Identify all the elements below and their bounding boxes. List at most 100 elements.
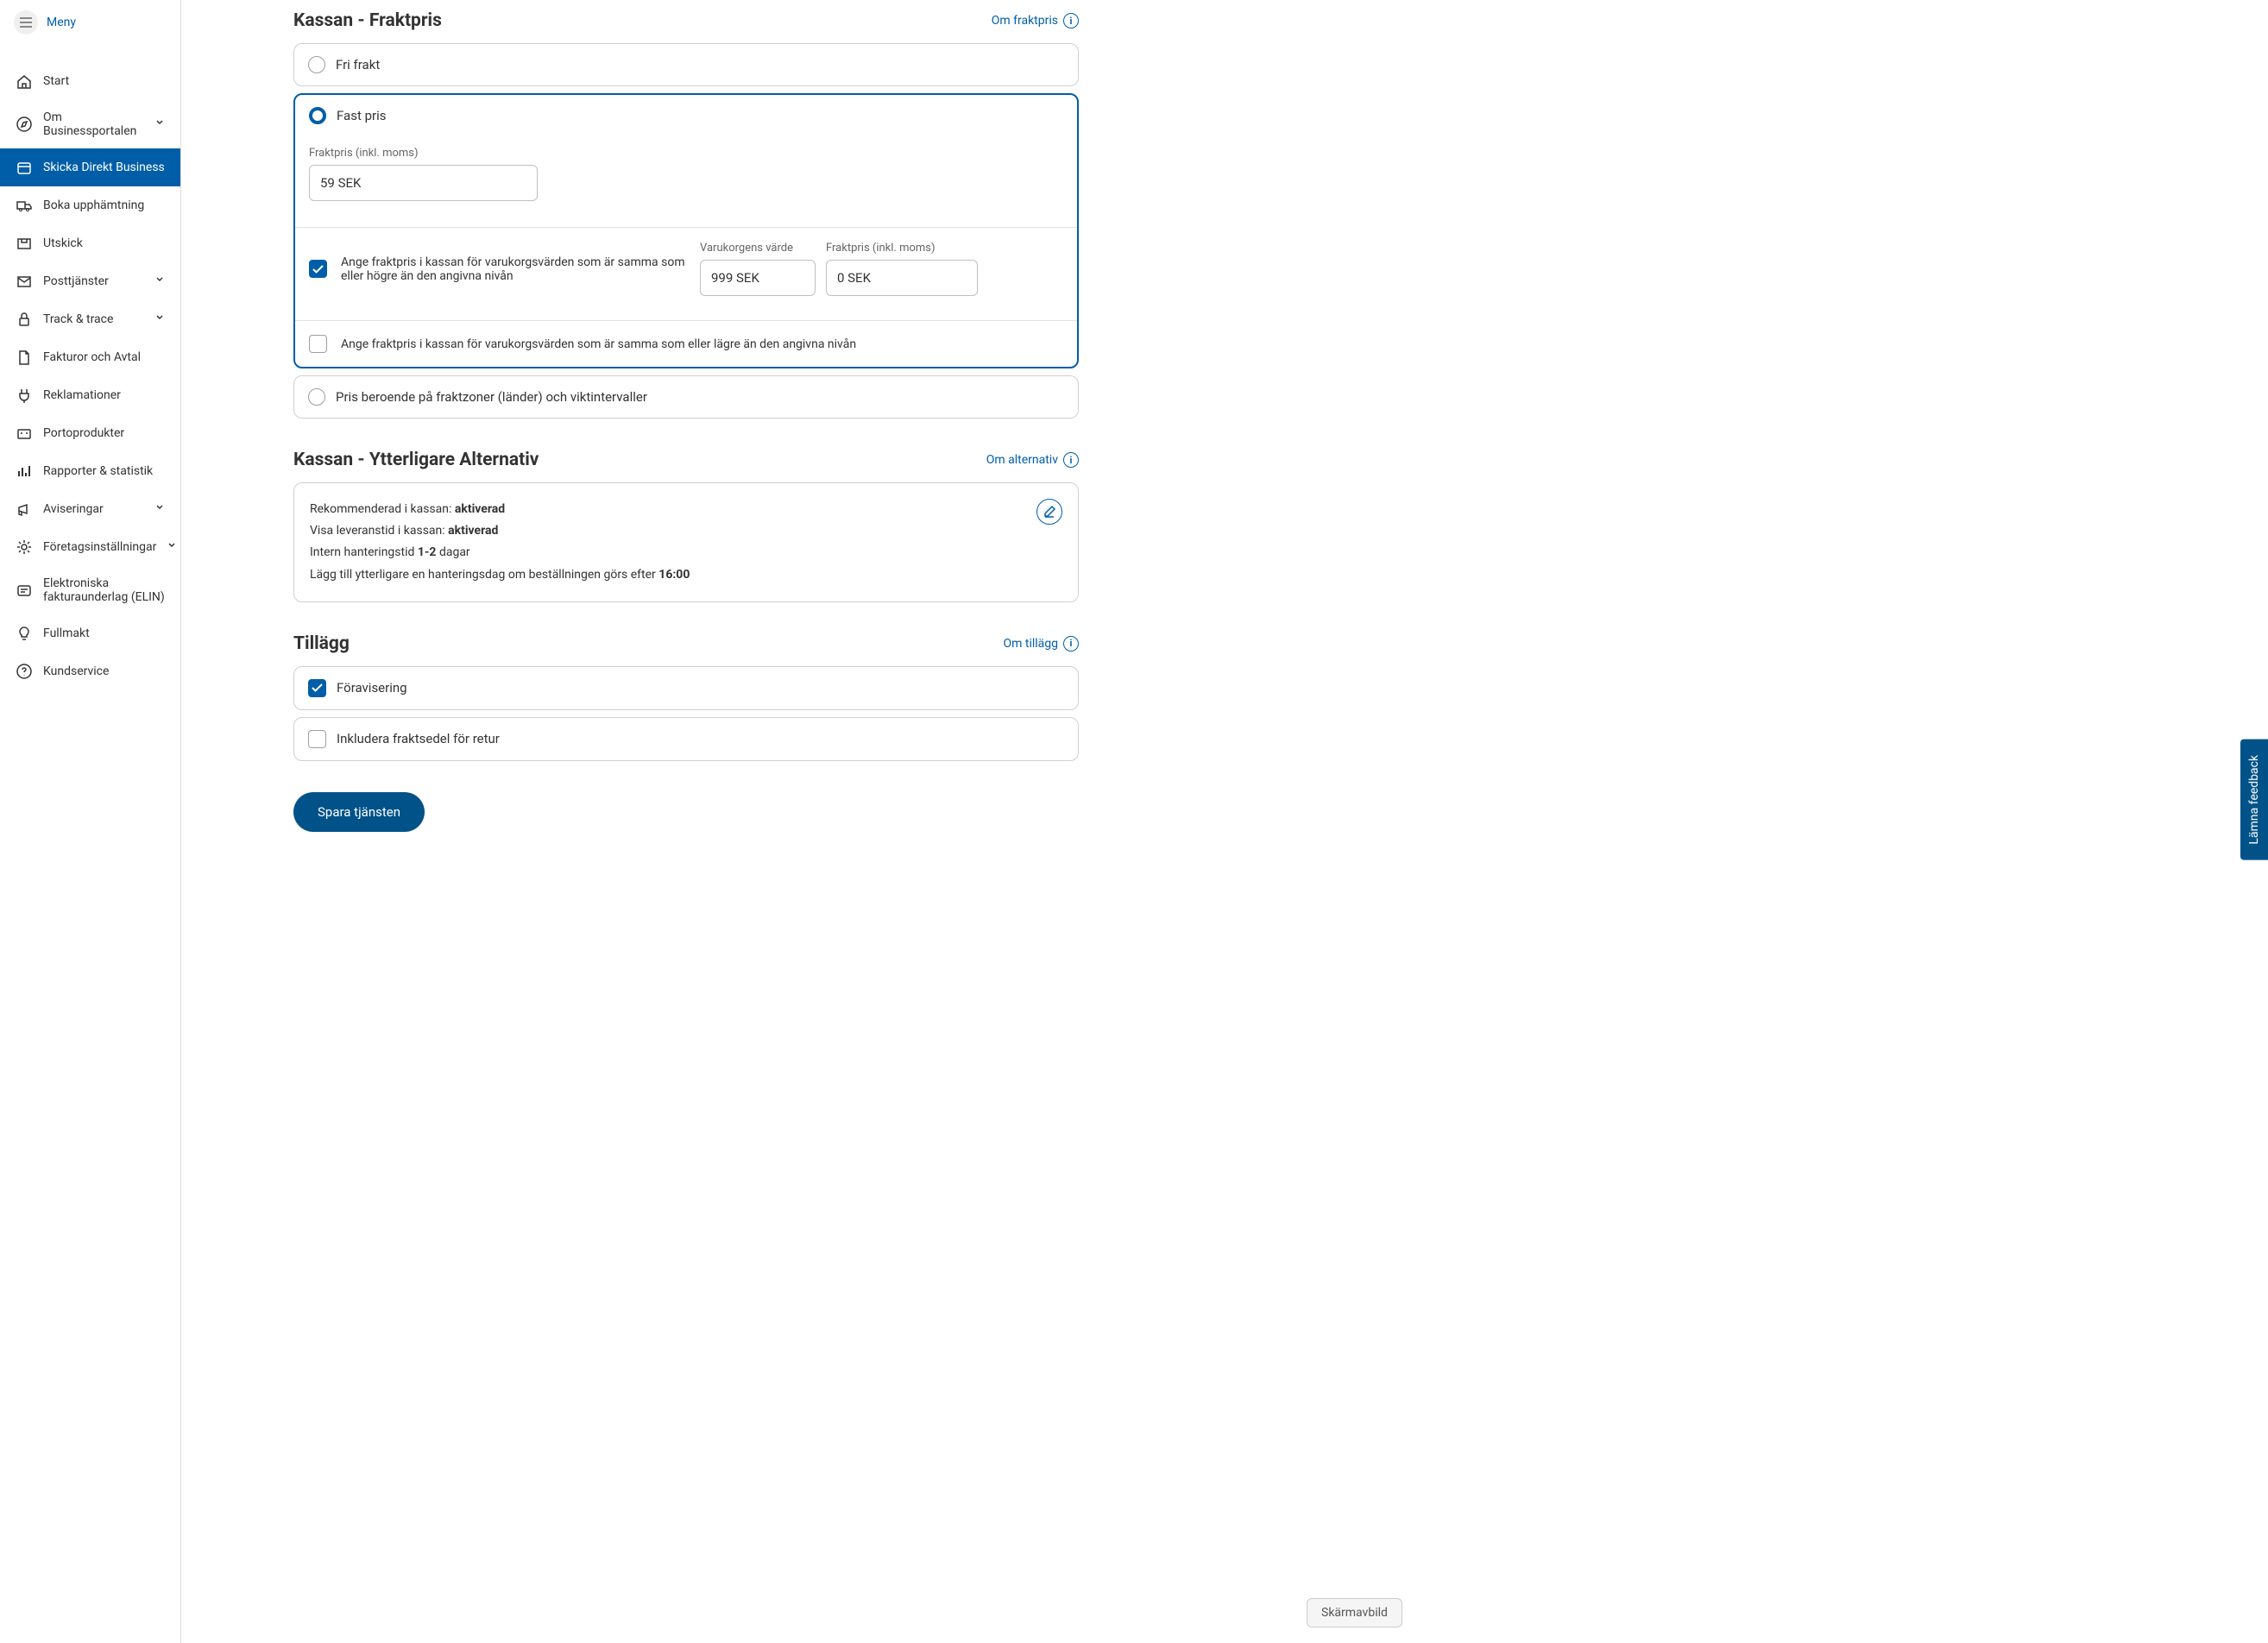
radio-icon-checked <box>309 107 326 124</box>
info-icon: i <box>1063 636 1079 652</box>
menu-label[interactable]: Meny <box>47 16 76 29</box>
higher-threshold-fields: Varukorgens värde Fraktpris (inkl. moms) <box>700 242 978 296</box>
lower-threshold-checkbox[interactable] <box>309 335 327 353</box>
handling-prefix: Intern hanteringstid <box>310 545 418 559</box>
sidebar-item-12[interactable]: Företagsinställningar <box>0 528 180 566</box>
higher-threshold-row: Ange fraktpris i kassan för varukorgsvär… <box>295 227 1077 310</box>
sidebar-header: Meny <box>0 0 180 45</box>
sidebar-item-11[interactable]: Aviseringar <box>0 490 180 528</box>
handling-suffix: dagar <box>436 545 469 559</box>
chevron-down-icon <box>154 502 165 516</box>
lower-threshold-text: Ange fraktpris i kassan för varukorgsvär… <box>341 337 1063 351</box>
return-addon[interactable]: Inkludera fraktsedel för retur <box>293 717 1079 761</box>
cart-value-input[interactable] <box>700 260 816 296</box>
higher-threshold-text: Ange fraktpris i kassan för varukorgsvär… <box>341 255 686 283</box>
sidebar-item-label: Kundservice <box>43 664 109 678</box>
lower-threshold-row: Ange fraktpris i kassan för varukorgsvär… <box>295 320 1077 367</box>
menu-toggle-button[interactable] <box>14 10 38 35</box>
sidebar-item-2[interactable]: Skicka Direkt Business <box>0 148 180 186</box>
return-label: Inkludera fraktsedel för retur <box>337 731 500 746</box>
sidebar-item-7[interactable]: Fakturor och Avtal <box>0 338 180 376</box>
shipping-title: Kassan - Fraktpris <box>293 10 442 31</box>
edit-alternatives-button[interactable] <box>1036 499 1062 525</box>
pencil-icon <box>1043 506 1055 518</box>
threshold-price-input[interactable] <box>826 260 978 296</box>
zones-option[interactable]: Pris beroende på fraktzoner (länder) och… <box>293 375 1079 419</box>
sidebar-item-label: Boka upphämtning <box>43 198 144 212</box>
fixed-price-label: Fast pris <box>337 108 386 123</box>
zones-label: Pris beroende på fraktzoner (länder) och… <box>336 389 647 405</box>
feedback-tab[interactable]: Lämna feedback <box>2240 740 2268 860</box>
sidebar-item-6[interactable]: Track & trace <box>0 300 180 338</box>
sidebar-item-label: Fullmakt <box>43 626 90 640</box>
alternatives-card: Rekommenderad i kassan: aktiverad Visa l… <box>293 482 1079 602</box>
alternatives-lines: Rekommenderad i kassan: aktiverad Visa l… <box>310 499 690 586</box>
sidebar-item-15[interactable]: Kundservice <box>0 652 180 690</box>
envelope-icon <box>16 273 33 290</box>
alternatives-info-link[interactable]: Om alternativ i <box>986 452 1079 468</box>
lock-icon <box>16 311 33 328</box>
sidebar-item-4[interactable]: Utskick <box>0 224 180 262</box>
recommended-prefix: Rekommenderad i kassan: <box>310 502 455 516</box>
return-checkbox[interactable] <box>308 730 326 748</box>
preadvice-checkbox[interactable] <box>308 679 326 697</box>
chevron-down-icon <box>167 540 177 554</box>
sidebar-item-1[interactable]: Om Businessportalen <box>0 100 180 148</box>
radio-icon <box>308 56 325 73</box>
home-icon <box>16 72 33 90</box>
sidebar-item-label: Portoprodukter <box>43 426 124 440</box>
threshold-price-label: Fraktpris (inkl. moms) <box>826 242 978 255</box>
sidebar-item-label: Företagsinställningar <box>43 540 156 554</box>
sidebar-item-label: Reklamationer <box>43 388 121 402</box>
check-icon <box>312 265 324 274</box>
addons-section-header: Tillägg Om tillägg i <box>293 633 1079 654</box>
shipping-info-link[interactable]: Om fraktpris i <box>992 13 1079 28</box>
info-icon: i <box>1063 452 1079 468</box>
fixed-price-row[interactable]: Fast pris <box>295 95 1077 136</box>
cart-value-label: Varukorgens värde <box>700 242 816 255</box>
sidebar-item-14[interactable]: Fullmakt <box>0 614 180 652</box>
preadvice-addon[interactable]: Föravisering <box>293 666 1079 710</box>
sidebar-item-label: Posttjänster <box>43 274 109 288</box>
mail-icon <box>16 235 33 252</box>
higher-threshold-checkbox[interactable] <box>309 260 327 278</box>
sidebar-item-label: Rapporter & statistik <box>43 464 153 478</box>
chevron-down-icon <box>154 312 165 326</box>
addons-info-text: Om tillägg <box>1003 637 1058 651</box>
fixed-price-input[interactable] <box>309 165 538 201</box>
sidebar-item-8[interactable]: Reklamationer <box>0 376 180 414</box>
sidebar-item-3[interactable]: Boka upphämtning <box>0 186 180 224</box>
fixed-price-option: Fast pris Fraktpris (inkl. moms) Ange fr… <box>293 93 1079 368</box>
recommended-value: aktiverad <box>455 502 505 516</box>
addons-info-link[interactable]: Om tillägg i <box>1003 636 1079 652</box>
delivery-value: aktiverad <box>448 524 498 538</box>
sidebar-item-9[interactable]: Portoprodukter <box>0 414 180 452</box>
alternatives-title: Kassan - Ytterligare Alternativ <box>293 450 539 470</box>
sidebar-item-label: Om Businessportalen <box>43 110 144 138</box>
sidebar-item-label: Utskick <box>43 236 83 250</box>
compass-icon <box>16 116 33 133</box>
sidebar-item-label: Start <box>43 74 69 88</box>
save-button[interactable]: Spara tjänsten <box>293 792 425 832</box>
sidebar-item-13[interactable]: Elektroniska fakturaunderlag (ELIN) <box>0 566 180 614</box>
shipping-section-header: Kassan - Fraktpris Om fraktpris i <box>293 10 1079 31</box>
megaphone-icon <box>16 500 33 518</box>
sidebar-item-label: Fakturor och Avtal <box>43 350 141 364</box>
shipping-info-text: Om fraktpris <box>992 14 1058 28</box>
sidebar-item-5[interactable]: Posttjänster <box>0 262 180 300</box>
extra-prefix: Lägg till ytterligare en hanteringsdag o… <box>310 568 658 582</box>
fixed-price-input-group: Fraktpris (inkl. moms) <box>295 147 1077 217</box>
cart-icon <box>16 425 33 442</box>
main-content: Kassan - Fraktpris Om fraktpris i Fri fr… <box>181 0 1131 1643</box>
info-icon: i <box>1063 13 1079 28</box>
sidebar-item-label: Aviseringar <box>43 502 104 516</box>
sidebar-item-0[interactable]: Start <box>0 62 180 100</box>
handling-value: 1-2 <box>418 545 437 559</box>
sidebar-item-label: Skicka Direkt Business <box>43 161 165 174</box>
bulb-icon <box>16 625 33 642</box>
sidebar-item-10[interactable]: Rapporter & statistik <box>0 452 180 490</box>
extra-value: 16:00 <box>658 568 690 582</box>
bars-icon <box>16 463 33 480</box>
screenshot-indicator: Skärmavbild <box>1307 1598 1402 1627</box>
free-shipping-option[interactable]: Fri frakt <box>293 43 1079 86</box>
